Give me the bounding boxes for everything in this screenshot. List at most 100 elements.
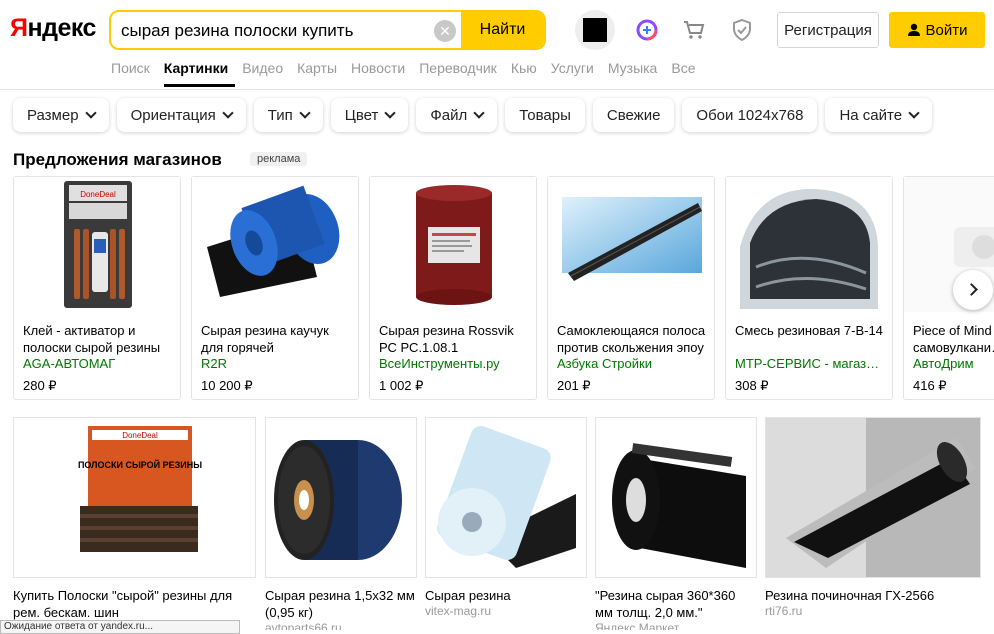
product-image: DoneDeal (14, 177, 180, 312)
tab-search[interactable]: Поиск (111, 60, 157, 87)
result-source[interactable]: rti76.ru (765, 604, 802, 618)
logo-first-letter: Я (10, 14, 28, 42)
product-brand-text: DoneDeal (122, 431, 158, 440)
offer-card[interactable]: DoneDeal Клей - активатор и полоски сыро… (13, 176, 181, 400)
offer-shop[interactable]: АвтоДрим (913, 356, 994, 371)
chevron-down-icon (908, 107, 920, 119)
login-button[interactable]: Войти (889, 12, 985, 48)
offer-shop[interactable]: МТР-СЕРВИС - магаз… (735, 356, 887, 371)
status-tooltip: Ожидание ответа от yandex.ru... (0, 620, 240, 634)
product-brand-text: DoneDeal (80, 190, 116, 199)
filter-label: Товары (519, 106, 571, 124)
result-source[interactable]: Яндекс.Маркет (595, 621, 679, 630)
offer-price: 308 ₽ (735, 378, 769, 393)
result-image[interactable] (425, 417, 587, 578)
offer-card[interactable]: Сырая резина каучук для горячей R2R 10 2… (191, 176, 359, 400)
filter-type[interactable]: Тип (253, 98, 323, 132)
product-image (548, 177, 714, 312)
offer-shop[interactable]: ВсеИнструменты.ру (379, 356, 531, 371)
result-title[interactable]: Купить Полоски "сырой" резины для рем. б… (13, 587, 243, 621)
filter-wallpaper[interactable]: Обои 1024x768 (682, 98, 818, 132)
chevron-down-icon (473, 107, 485, 119)
tab-all[interactable]: Все (671, 60, 702, 87)
filter-file[interactable]: Файл (416, 98, 498, 132)
offer-title: Самоклеющаяся полоса против скольжения э… (557, 323, 706, 355)
product-image (726, 177, 892, 312)
offer-title: Сырая резина Rossvik РС РС.1.08.1 (379, 323, 514, 355)
carousel-next-button[interactable] (953, 270, 993, 310)
offer-shop[interactable]: Азбука Стройки (557, 356, 709, 371)
tab-maps[interactable]: Карты (297, 60, 344, 87)
filter-label: Тип (267, 106, 293, 124)
result-image[interactable] (595, 417, 757, 578)
offer-card[interactable]: Сырая резина Rossvik РС РС.1.08.1 ВсеИнс… (369, 176, 537, 400)
offer-shop[interactable]: AGA-АВТОМАГ (23, 356, 175, 371)
image-search-button[interactable] (575, 10, 615, 50)
chevron-down-icon (384, 107, 397, 119)
service-tabs: Поиск Картинки Видео Карты Новости Перев… (111, 60, 709, 87)
ad-badge: реклама (250, 152, 308, 166)
image-results: DoneDeal ПОЛОСКИ СЫРОЙ РЕЗИНЫ Купить Пол… (13, 417, 994, 630)
offer-title: Piece of Mind самовулкани… (913, 323, 994, 355)
offer-price: 280 ₽ (23, 378, 57, 393)
shield-icon[interactable] (730, 18, 754, 42)
search-input[interactable] (121, 20, 431, 42)
alice-icon[interactable] (635, 18, 659, 42)
tab-q[interactable]: Кью (511, 60, 544, 87)
filter-label: Обои 1024x768 (696, 106, 804, 124)
offer-price: 416 ₽ (913, 378, 947, 393)
result-source[interactable]: avtoparts66.ru (265, 621, 342, 630)
filter-label: На сайте (839, 106, 903, 124)
tab-video[interactable]: Видео (242, 60, 290, 87)
offer-card[interactable]: Самоклеющаяся полоса против скольжения э… (547, 176, 715, 400)
offers-title: Предложения магазинов (13, 150, 222, 169)
filter-orientation[interactable]: Ориентация (116, 98, 246, 132)
result-image[interactable] (265, 417, 417, 578)
search-button[interactable]: Найти (461, 12, 544, 48)
register-button[interactable]: Регистрация (777, 12, 879, 48)
tab-translate[interactable]: Переводчик (419, 60, 504, 87)
offer-title: Смесь резиновая 7-В-14 (735, 323, 883, 338)
offer-title: Сырая резина каучук для горячей (201, 323, 329, 355)
result-title[interactable]: Сырая резина 1,5x32 мм (0,95 кг) (265, 587, 415, 621)
result-source[interactable]: vitex-mag.ru (425, 604, 491, 618)
tab-music[interactable]: Музыка (608, 60, 665, 87)
login-label: Войти (925, 21, 968, 39)
offer-price: 1 002 ₽ (379, 378, 424, 393)
user-icon (907, 23, 920, 36)
header: Яндекс ✕ Найти Регистрация Войти Поиск К… (0, 0, 994, 90)
filter-color[interactable]: Цвет (330, 98, 409, 132)
product-image (192, 177, 358, 312)
clear-search-icon[interactable]: ✕ (434, 20, 456, 42)
offer-price: 10 200 ₽ (201, 378, 253, 393)
image-search-icon (583, 18, 607, 42)
filter-goods[interactable]: Товары (505, 98, 585, 132)
result-image[interactable]: DoneDeal ПОЛОСКИ СЫРОЙ РЕЗИНЫ (13, 417, 256, 578)
result-title[interactable]: Резина починочная ГХ-2566 (765, 587, 979, 604)
offers-carousel: DoneDeal Клей - активатор и полоски сыро… (13, 176, 994, 401)
tab-news[interactable]: Новости (351, 60, 412, 87)
filter-bar: Размер Ориентация Тип Цвет Файл Товары С… (13, 98, 933, 132)
offer-shop[interactable]: R2R (201, 356, 353, 371)
product-image (370, 177, 536, 312)
chevron-down-icon (84, 107, 97, 119)
result-title[interactable]: Сырая резина (425, 587, 585, 604)
filter-label: Цвет (344, 106, 379, 124)
offer-title: Клей - активатор и полоски сырой резины (23, 323, 161, 355)
tab-images[interactable]: Картинки (163, 60, 236, 87)
tab-services[interactable]: Услуги (551, 60, 601, 87)
filter-size[interactable]: Размер (13, 98, 109, 132)
chevron-down-icon (222, 107, 234, 119)
filter-fresh[interactable]: Свежие (592, 98, 675, 132)
filter-label: Файл (430, 106, 468, 124)
offer-card[interactable]: Смесь резиновая 7-В-14 МТР-СЕРВИС - мага… (725, 176, 893, 400)
result-title[interactable]: "Резина сырая 360*360 мм толщ. 2,0 мм." (595, 587, 755, 621)
result-image[interactable] (765, 417, 981, 578)
filter-site[interactable]: На сайте (825, 98, 933, 132)
cart-icon[interactable] (682, 18, 706, 42)
chevron-down-icon (299, 107, 311, 119)
search-box: ✕ Найти (109, 10, 546, 50)
yandex-logo[interactable]: Яндекс (10, 14, 96, 43)
chevron-right-icon (965, 283, 978, 296)
product-box-text: ПОЛОСКИ СЫРОЙ РЕЗИНЫ (78, 459, 202, 470)
